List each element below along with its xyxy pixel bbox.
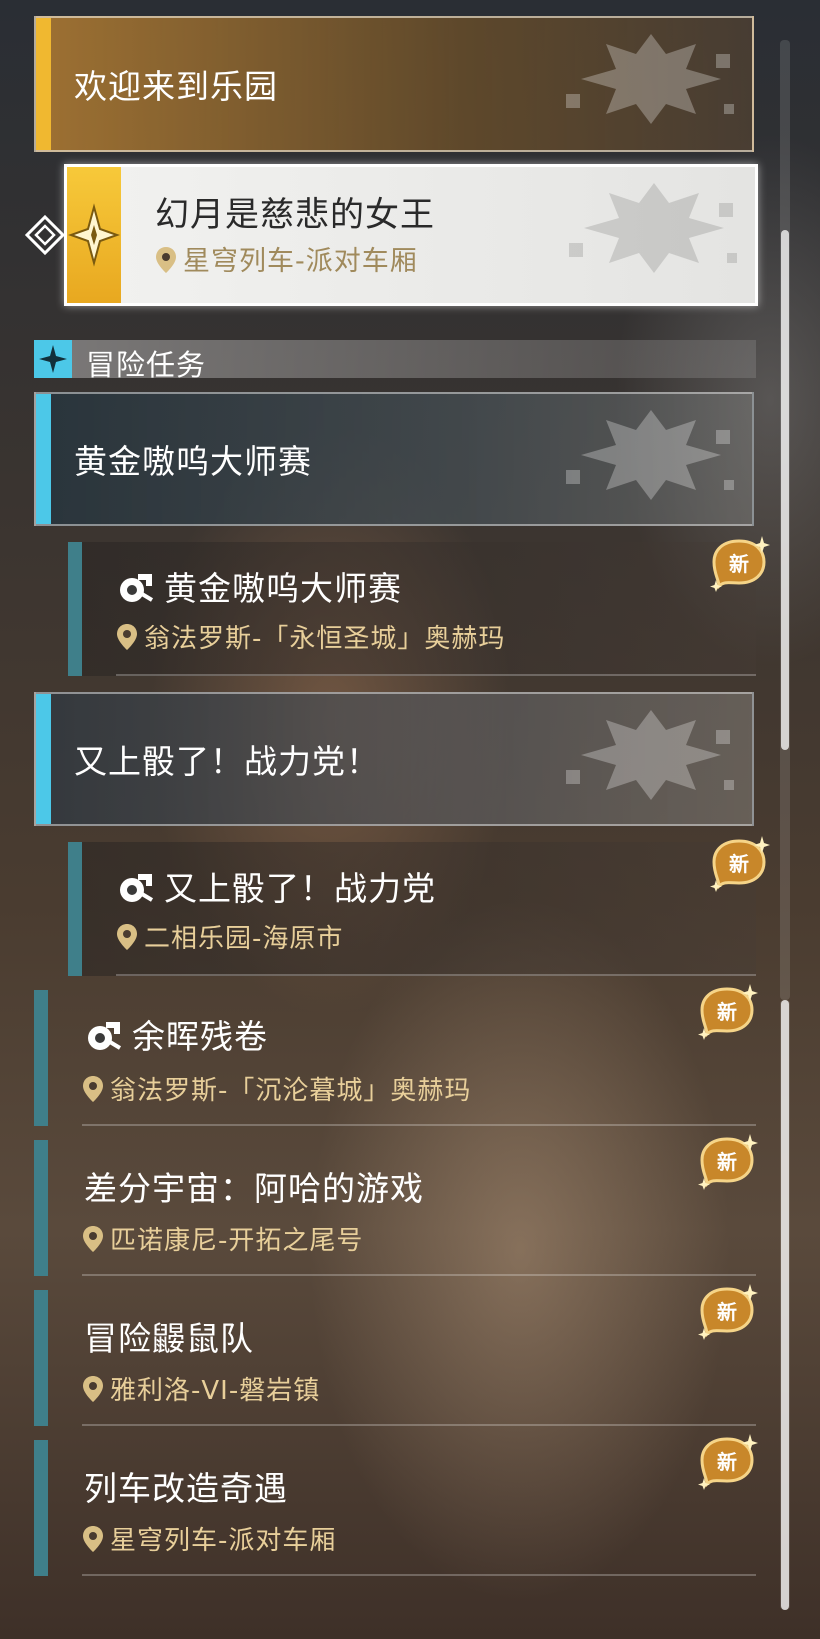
new-badge: 新 — [708, 536, 770, 592]
map-pin-icon — [82, 1225, 104, 1253]
quest-location-row: 翁法罗斯-「沉沦暮城」奥赫玛 — [82, 1070, 471, 1107]
quest-location-row: 雅利洛-VI-磐岩镇 — [82, 1370, 320, 1407]
quest-name: 差分宇宙：阿哈的游戏 — [84, 1169, 424, 1208]
quest-location: 星穹列车-派对车厢 — [110, 1526, 337, 1556]
map-pin-icon — [116, 623, 138, 651]
quest-name-row: 又上骰了！战力党 — [116, 862, 436, 910]
quest-name: 冒险鼹鼠队 — [84, 1319, 254, 1358]
divider — [82, 1574, 756, 1576]
quest-item-group-2[interactable]: 又上骰了！战力党 二相乐园-海原市 — [68, 842, 756, 976]
quest-location-row: 星穹列车-派对车厢 — [82, 1520, 336, 1557]
quest-item-group-1[interactable]: 黄金嗷呜大师赛 翁法罗斯-「永恒圣城」奥赫玛 — [68, 542, 756, 676]
quest-group-header-2[interactable]: 又上骰了！战力党！ — [34, 692, 754, 826]
quest-name-row: 黄金嗷呜大师赛 — [116, 562, 402, 610]
divider — [82, 1124, 756, 1126]
group-1-title: 黄金嗷呜大师赛 — [74, 442, 312, 481]
divider — [82, 1424, 756, 1426]
quest-item-2[interactable]: 差分宇宙：阿哈的游戏 匹诺康尼-开拓之尾号 — [34, 1140, 756, 1276]
adventure-quest-icon — [116, 568, 156, 608]
active-quest-location-row: 星穹列车-派对车厢 — [155, 239, 418, 278]
cyan-accent-bar — [36, 694, 51, 824]
new-badge: 新 — [696, 984, 758, 1040]
quest-location: 匹诺康尼-开拓之尾号 — [110, 1226, 364, 1256]
map-pin-icon — [82, 1525, 104, 1553]
new-badge: 新 — [696, 1434, 758, 1490]
adventure-quest-icon — [116, 868, 156, 908]
map-pin-icon — [82, 1075, 104, 1103]
section-header: 冒险任务 — [34, 340, 756, 382]
quest-item-bar — [34, 1440, 48, 1576]
divider — [82, 1274, 756, 1276]
quest-location: 二相乐园-海原市 — [144, 924, 344, 954]
quest-item-bar — [34, 1290, 48, 1426]
quest-item-bar — [68, 542, 82, 676]
quest-group-header-1[interactable]: 黄金嗷呜大师赛 — [34, 392, 754, 526]
active-quest-emblem-icon — [67, 167, 121, 303]
active-quest-card[interactable]: 幻月是慈悲的女王 星穹列车-派对车厢 — [64, 164, 758, 306]
quest-item-bar — [34, 1140, 48, 1276]
quest-name: 余晖残卷 — [132, 1017, 268, 1056]
active-quest-emblem-bg-icon — [559, 173, 749, 283]
group-2-title: 又上骰了！战力党！ — [74, 742, 380, 781]
welcome-header-card[interactable]: 欢迎来到乐园 — [34, 16, 754, 152]
map-pin-icon — [116, 923, 138, 951]
quest-name-row: 余晖残卷 — [84, 1010, 268, 1058]
quest-location: 翁法罗斯-「永恒圣城」奥赫玛 — [144, 624, 506, 654]
quest-item-4[interactable]: 列车改造奇遇 星穹列车-派对车厢 — [34, 1440, 756, 1576]
quest-location-row: 翁法罗斯-「永恒圣城」奥赫玛 — [116, 618, 505, 655]
quest-item-3[interactable]: 冒险鼹鼠队 雅利洛-VI-磐岩镇 — [34, 1290, 756, 1426]
quest-location-row: 匹诺康尼-开拓之尾号 — [82, 1220, 363, 1257]
divider — [116, 674, 756, 676]
new-badge: 新 — [696, 1284, 758, 1340]
welcome-title: 欢迎来到乐园 — [74, 67, 278, 106]
active-quest-location: 星穹列车-派对车厢 — [183, 246, 418, 277]
scrollbar-track-upper[interactable] — [780, 40, 790, 1000]
quest-item-bar — [34, 990, 48, 1126]
quest-name: 黄金嗷呜大师赛 — [164, 569, 402, 608]
quest-item-bar — [68, 842, 82, 976]
map-pin-icon — [82, 1375, 104, 1403]
scrollbar-track-lower[interactable] — [780, 1000, 790, 1610]
scrollbar-thumb-upper[interactable] — [781, 230, 789, 750]
adventure-quest-icon — [84, 1016, 124, 1056]
quest-location: 翁法罗斯-「沉沦暮城」奥赫玛 — [110, 1076, 472, 1106]
active-quest-name: 幻月是慈悲的女王 — [155, 195, 435, 235]
selector-diamond-icon — [24, 214, 66, 256]
section-star-icon — [34, 340, 72, 378]
new-badge: 新 — [696, 1134, 758, 1190]
group-2-emblem-icon — [556, 700, 746, 810]
map-pin-icon — [155, 246, 177, 274]
section-label: 冒险任务 — [86, 348, 207, 382]
header-emblem-icon — [556, 24, 746, 134]
quest-location-row: 二相乐园-海原市 — [116, 918, 343, 955]
group-1-emblem-icon — [556, 400, 746, 510]
quest-location: 雅利洛-VI-磐岩镇 — [110, 1376, 321, 1406]
new-badge: 新 — [708, 836, 770, 892]
gold-accent-bar — [36, 18, 51, 150]
cyan-accent-bar — [36, 394, 51, 524]
quest-name: 又上骰了！战力党 — [164, 869, 436, 908]
scrollbar-thumb-lower[interactable] — [781, 1000, 789, 1610]
quest-item-1[interactable]: 余晖残卷 翁法罗斯-「沉沦暮城」奥赫玛 — [34, 990, 756, 1126]
quest-name: 列车改造奇遇 — [84, 1469, 288, 1508]
divider — [116, 974, 756, 976]
